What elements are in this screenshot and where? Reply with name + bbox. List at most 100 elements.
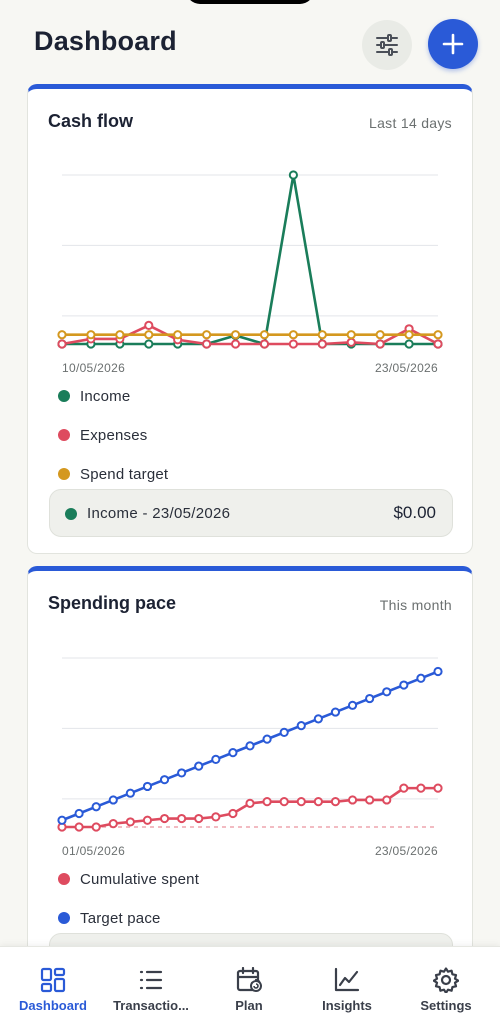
legend-item-cumulative-spent[interactable]: Cumulative spent [58, 869, 199, 889]
data-point-target-pace[interactable] [262, 734, 272, 744]
add-button[interactable] [428, 19, 478, 69]
filter-button[interactable] [362, 20, 412, 70]
data-point-expenses[interactable] [433, 339, 443, 349]
data-point-expenses[interactable] [57, 339, 67, 349]
data-point-expenses[interactable] [144, 320, 154, 331]
nav-label: Plan [235, 998, 263, 1013]
data-point-expenses[interactable] [288, 339, 298, 349]
data-point-spend-target[interactable] [433, 330, 443, 340]
spending-pace-card: Spending pace This month 01/05/2026 23/0… [27, 566, 473, 986]
data-point-target-pace[interactable] [382, 687, 392, 697]
cash-flow-chart[interactable]: 10/05/2026 23/05/2026 [28, 89, 473, 389]
legend-dot [58, 873, 70, 885]
data-point-cumulative-spent[interactable] [142, 815, 153, 825]
data-point-spend-target[interactable] [230, 330, 241, 340]
nav-item-dashboard[interactable]: Dashboard [3, 947, 103, 1024]
nav-item-transactions[interactable]: Transactio... [101, 947, 201, 1024]
spending-pace-x-start-label: 01/05/2026 [62, 844, 125, 858]
data-point-spend-target[interactable] [202, 330, 212, 340]
data-point-cumulative-spent[interactable] [365, 795, 375, 805]
data-point-target-pace[interactable] [108, 795, 118, 805]
data-point-target-pace[interactable] [57, 815, 67, 825]
data-point-target-pace[interactable] [142, 781, 153, 792]
data-point-target-pace[interactable] [279, 727, 289, 737]
data-point-cumulative-spent[interactable] [74, 822, 84, 832]
data-point-target-pace[interactable] [228, 748, 238, 758]
data-point-expenses[interactable] [202, 339, 212, 349]
data-point-spend-target[interactable] [259, 330, 270, 340]
data-point-target-pace[interactable] [347, 700, 358, 710]
legend-item-target-pace[interactable]: Target pace [58, 908, 161, 928]
data-point-cumulative-spent[interactable] [313, 797, 323, 807]
data-point-target-pace[interactable] [159, 775, 170, 785]
data-point-target-pace[interactable] [433, 666, 443, 677]
spending-pace-chart[interactable]: 01/05/2026 23/05/2026 [28, 571, 473, 861]
data-point-target-pace[interactable] [245, 741, 255, 751]
nav-item-insights[interactable]: Insights [297, 947, 397, 1024]
data-point-cumulative-spent[interactable] [279, 797, 289, 807]
nav-label: Settings [420, 998, 472, 1013]
data-point-spend-target[interactable] [57, 330, 67, 340]
data-point-target-pace[interactable] [399, 680, 409, 690]
data-point-cumulative-spent[interactable] [330, 797, 341, 807]
data-point-target-pace[interactable] [416, 673, 426, 683]
series-line-income [62, 173, 438, 346]
data-point-target-pace[interactable] [91, 802, 101, 812]
data-point-cumulative-spent[interactable] [433, 783, 443, 793]
data-point-cumulative-spent[interactable] [177, 813, 187, 824]
data-point-spend-target[interactable] [404, 330, 414, 340]
nav-item-settings[interactable]: Settings [396, 947, 496, 1024]
data-point-target-pace[interactable] [296, 721, 306, 731]
sliders-icon [376, 34, 398, 56]
data-point-income[interactable] [288, 170, 298, 180]
data-point-expenses[interactable] [230, 339, 241, 349]
data-point-expenses[interactable] [346, 337, 356, 347]
data-point-target-pace[interactable] [74, 808, 84, 819]
data-point-target-pace[interactable] [177, 768, 187, 778]
data-point-cumulative-spent[interactable] [262, 797, 272, 807]
data-point-cumulative-spent[interactable] [194, 813, 204, 824]
nav-item-plan[interactable]: Plan [199, 947, 299, 1024]
data-point-target-pace[interactable] [365, 693, 375, 704]
legend-label: Target pace [80, 909, 161, 927]
data-point-expenses[interactable] [375, 339, 385, 349]
data-point-spend-target[interactable] [115, 330, 125, 340]
legend-dot [58, 912, 70, 924]
data-point-target-pace[interactable] [330, 707, 341, 717]
list-icon [139, 970, 163, 990]
spending-pace-x-end-label: 23/05/2026 [375, 844, 438, 858]
data-point-cumulative-spent[interactable] [125, 817, 135, 827]
data-point-cumulative-spent[interactable] [382, 795, 392, 805]
data-point-cumulative-spent[interactable] [416, 783, 426, 793]
data-point-cumulative-spent[interactable] [399, 783, 409, 793]
legend-item-income[interactable]: Income [58, 386, 130, 406]
data-point-target-pace[interactable] [194, 761, 204, 771]
data-point-cumulative-spent[interactable] [228, 808, 238, 819]
legend-item-spend-target[interactable]: Spend target [58, 464, 168, 484]
data-point-cumulative-spent[interactable] [245, 798, 255, 808]
data-point-cumulative-spent[interactable] [211, 812, 221, 822]
data-point-spend-target[interactable] [86, 330, 96, 340]
data-point-income[interactable] [144, 339, 154, 349]
tooltip-value: $0.00 [393, 503, 436, 522]
data-point-cumulative-spent[interactable] [91, 822, 101, 832]
data-point-spend-target[interactable] [375, 330, 385, 340]
data-point-cumulative-spent[interactable] [108, 819, 118, 829]
data-point-target-pace[interactable] [313, 714, 323, 724]
data-point-spend-target[interactable] [173, 330, 183, 340]
data-point-cumulative-spent[interactable] [296, 797, 306, 807]
data-point-target-pace[interactable] [211, 754, 221, 764]
data-point-cumulative-spent[interactable] [159, 813, 170, 824]
data-point-target-pace[interactable] [125, 788, 135, 798]
data-point-expenses[interactable] [259, 339, 270, 349]
data-point-expenses[interactable] [317, 339, 327, 349]
data-point-spend-target[interactable] [346, 330, 356, 340]
data-point-cumulative-spent[interactable] [347, 795, 358, 805]
data-point-spend-target[interactable] [288, 330, 298, 340]
device-notch [186, 0, 314, 4]
legend-dot [58, 468, 70, 480]
legend-item-expenses[interactable]: Expenses [58, 425, 147, 445]
data-point-income[interactable] [404, 339, 414, 349]
data-point-spend-target[interactable] [317, 330, 327, 340]
data-point-spend-target[interactable] [144, 330, 154, 340]
